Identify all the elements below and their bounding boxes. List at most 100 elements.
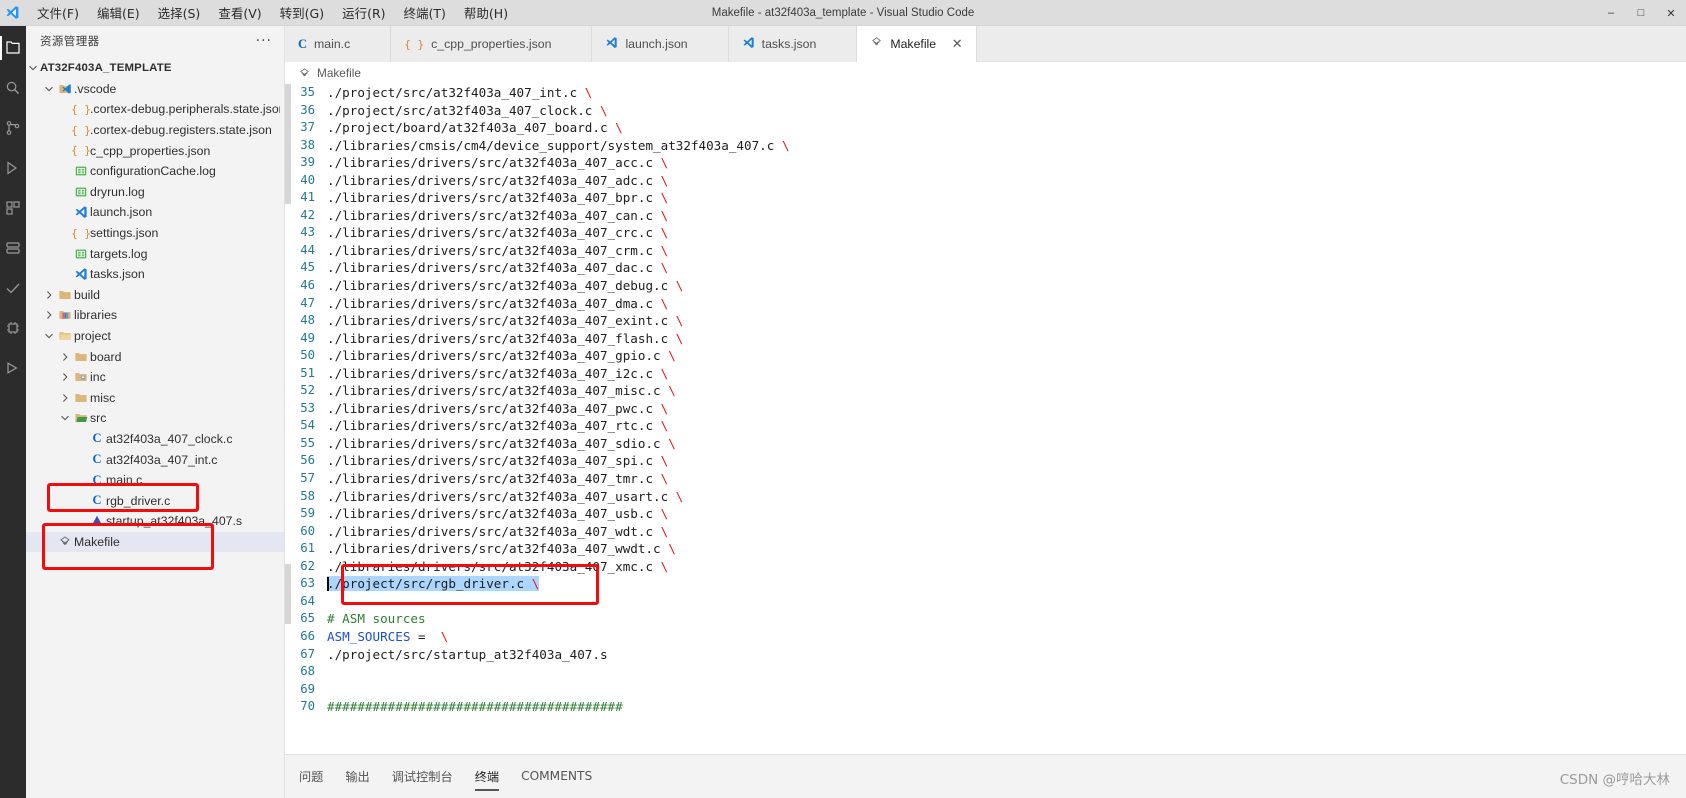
code-line[interactable]: 38 ./libraries/cmsis/cm4/device_support/s… [285, 137, 1686, 155]
tree-item[interactable]: { } settings.json [26, 223, 284, 244]
panel-tab-problems[interactable]: 问题 [299, 763, 323, 791]
code-line[interactable]: 43 ./libraries/drivers/src/at32f403a_407_… [285, 224, 1686, 242]
code-line[interactable]: 39 ./libraries/drivers/src/at32f403a_407_… [285, 154, 1686, 172]
editor-tab[interactable]: { }c_cpp_properties.json✕ [391, 26, 593, 62]
menu-go[interactable]: 转到(G) [271, 0, 333, 25]
code-line[interactable]: 55 ./libraries/drivers/src/at32f403a_407_… [285, 435, 1686, 453]
code-text[interactable]: ./libraries/drivers/src/at32f403a_407_da… [327, 259, 668, 277]
code-text[interactable]: ./libraries/drivers/src/at32f403a_407_sp… [327, 452, 668, 470]
code-text[interactable]: ./libraries/drivers/src/at32f403a_407_bp… [327, 189, 668, 207]
panel-tab-output[interactable]: 输出 [345, 763, 369, 791]
code-line[interactable]: 54 ./libraries/drivers/src/at32f403a_407_… [285, 417, 1686, 435]
tree-item[interactable]: { } .cortex-debug.peripherals.state.json [26, 99, 284, 120]
menu-file[interactable]: 文件(F) [28, 0, 88, 25]
tree-item[interactable]: project [26, 326, 284, 347]
code-line[interactable]: 61 ./libraries/drivers/src/at32f403a_407_… [285, 540, 1686, 558]
cortex-debug-icon[interactable] [0, 348, 26, 388]
run-debug-icon[interactable] [0, 148, 26, 188]
editor-tab[interactable]: Cmain.c✕ [285, 26, 392, 62]
tree-item[interactable]: { } c_cpp_properties.json [26, 140, 284, 161]
code-text[interactable]: ./libraries/drivers/src/at32f403a_407_de… [327, 277, 683, 295]
code-line[interactable]: 47 ./libraries/drivers/src/at32f403a_407_… [285, 295, 1686, 313]
code-text[interactable]: ./libraries/cmsis/cm4/device_support/sys… [327, 137, 790, 155]
tree-item[interactable]: launch.json [26, 202, 284, 223]
code-line[interactable]: 59 ./libraries/drivers/src/at32f403a_407_… [285, 505, 1686, 523]
code-lines[interactable]: 35 ./project/src/at32f403a_407_int.c \ 36.… [285, 84, 1686, 716]
editor-tab[interactable]: tasks.json✕ [728, 26, 858, 62]
code-line[interactable]: 37 ./project/board/at32f403a_407_board.c … [285, 119, 1686, 137]
editor-tab[interactable]: launch.json✕ [592, 26, 729, 62]
extensions-icon[interactable] [0, 188, 26, 228]
tree-item[interactable]: AT32F403A_TEMPLATE [26, 58, 284, 79]
menu-selection[interactable]: 选择(S) [149, 0, 210, 25]
tree-item[interactable]: libraries [26, 305, 284, 326]
code-text[interactable]: ./libraries/drivers/src/at32f403a_407_dm… [327, 295, 668, 313]
code-text[interactable]: ./libraries/drivers/src/at32f403a_407_mi… [327, 382, 676, 400]
code-line[interactable]: 45 ./libraries/drivers/src/at32f403a_407_… [285, 259, 1686, 277]
chevron-down-icon[interactable] [42, 84, 56, 94]
code-line[interactable]: 65 # ASM sources [285, 610, 1686, 628]
tree-item[interactable]: inc [26, 367, 284, 388]
panel-tab-debug-console[interactable]: 调试控制台 [392, 763, 453, 791]
close-button[interactable]: ✕ [1656, 0, 1686, 26]
tree-item[interactable]: targets.log [26, 243, 284, 264]
code-line[interactable]: 68 [285, 663, 1686, 681]
chevron-right-icon[interactable] [58, 352, 72, 362]
code-line[interactable]: 63 ./project/src/rgb_driver.c \ [285, 575, 1686, 593]
remote-explorer-icon[interactable] [0, 228, 26, 268]
menu-terminal[interactable]: 终端(T) [395, 0, 455, 25]
tree-item[interactable]: { } .cortex-debug.registers.state.json [26, 120, 284, 141]
tree-item[interactable]: Cat32f403a_407_clock.c [26, 429, 284, 450]
tree-item[interactable]: Cat32f403a_407_int.c [26, 449, 284, 470]
embedded-tools-icon[interactable] [0, 308, 26, 348]
panel-tab-terminal[interactable]: 终端 [474, 763, 500, 791]
code-text[interactable]: ./libraries/drivers/src/at32f403a_407_wd… [327, 523, 668, 541]
code-text[interactable]: ./libraries/drivers/src/at32f403a_407_ex… [327, 312, 683, 330]
tree-item[interactable]: startup_at32f403a_407.s [26, 511, 284, 532]
code-text[interactable]: ./libraries/drivers/src/at32f403a_407_ad… [327, 172, 668, 190]
code-line[interactable]: 66 ASM_SOURCES = \ [285, 628, 1686, 646]
chevron-right-icon[interactable] [58, 372, 72, 382]
code-text[interactable]: ./libraries/drivers/src/at32f403a_407_ac… [327, 154, 668, 172]
tree-item[interactable]: misc [26, 388, 284, 409]
tree-item[interactable]: board [26, 346, 284, 367]
code-line[interactable]: 49 ./libraries/drivers/src/at32f403a_407_… [285, 330, 1686, 348]
menu-edit[interactable]: 编辑(E) [88, 0, 149, 25]
more-actions-icon[interactable]: ··· [256, 33, 272, 49]
code-line[interactable]: 42 ./libraries/drivers/src/at32f403a_407_… [285, 207, 1686, 225]
code-line[interactable]: 67 ./project/src/startup_at32f403a_407.s [285, 646, 1686, 664]
code-text[interactable]: ./project/src/at32f403a_407_int.c \ [327, 84, 592, 102]
code-line[interactable]: 36 ./project/src/at32f403a_407_clock.c \ [285, 102, 1686, 120]
code-text[interactable]: ./libraries/drivers/src/at32f403a_407_us… [327, 488, 683, 506]
code-text[interactable]: ./libraries/drivers/src/at32f403a_407_us… [327, 505, 668, 523]
code-line[interactable]: 41 ./libraries/drivers/src/at32f403a_407_… [285, 189, 1686, 207]
chevron-down-icon[interactable] [42, 331, 56, 341]
code-line[interactable]: 44 ./libraries/drivers/src/at32f403a_407_… [285, 242, 1686, 260]
code-text[interactable]: ./libraries/drivers/src/at32f403a_407_ca… [327, 207, 668, 225]
code-line[interactable]: 53 ./libraries/drivers/src/at32f403a_407_… [285, 400, 1686, 418]
code-line[interactable]: 50 ./libraries/drivers/src/at32f403a_407_… [285, 347, 1686, 365]
code-text[interactable]: ./libraries/drivers/src/at32f403a_407_pw… [327, 400, 668, 418]
maximize-button[interactable]: □ [1626, 0, 1656, 26]
code-text[interactable]: ./project/src/at32f403a_407_clock.c \ [327, 102, 608, 120]
tab-close-icon[interactable]: ✕ [951, 36, 963, 52]
code-line[interactable]: 35 ./project/src/at32f403a_407_int.c \ [285, 84, 1686, 102]
tree-item[interactable]: tasks.json [26, 264, 284, 285]
code-text[interactable]: # ASM sources [327, 610, 426, 628]
editor-tab[interactable]: Makefile ✕ [857, 26, 978, 62]
minimize-button[interactable]: – [1596, 0, 1626, 26]
search-icon[interactable] [0, 68, 26, 108]
code-text[interactable]: ./libraries/drivers/src/at32f403a_407_cr… [327, 224, 668, 242]
code-text[interactable]: ./libraries/drivers/src/at32f403a_407_xm… [327, 558, 668, 576]
tree-item[interactable]: dryrun.log [26, 182, 284, 203]
menu-run[interactable]: 运行(R) [333, 0, 394, 25]
code-line[interactable]: 56 ./libraries/drivers/src/at32f403a_407_… [285, 452, 1686, 470]
code-text[interactable]: ./project/src/startup_at32f403a_407.s [327, 646, 608, 664]
code-line[interactable]: 48 ./libraries/drivers/src/at32f403a_407_… [285, 312, 1686, 330]
menu-view[interactable]: 查看(V) [209, 0, 270, 25]
code-text[interactable]: ./libraries/drivers/src/at32f403a_407_tm… [327, 470, 668, 488]
code-text[interactable]: ./project/src/rgb_driver.c \ [327, 575, 540, 593]
code-text[interactable]: ####################################### [327, 698, 623, 716]
code-line[interactable]: 70 ######################################… [285, 698, 1686, 716]
tree-item[interactable]: Makefile [26, 531, 284, 553]
